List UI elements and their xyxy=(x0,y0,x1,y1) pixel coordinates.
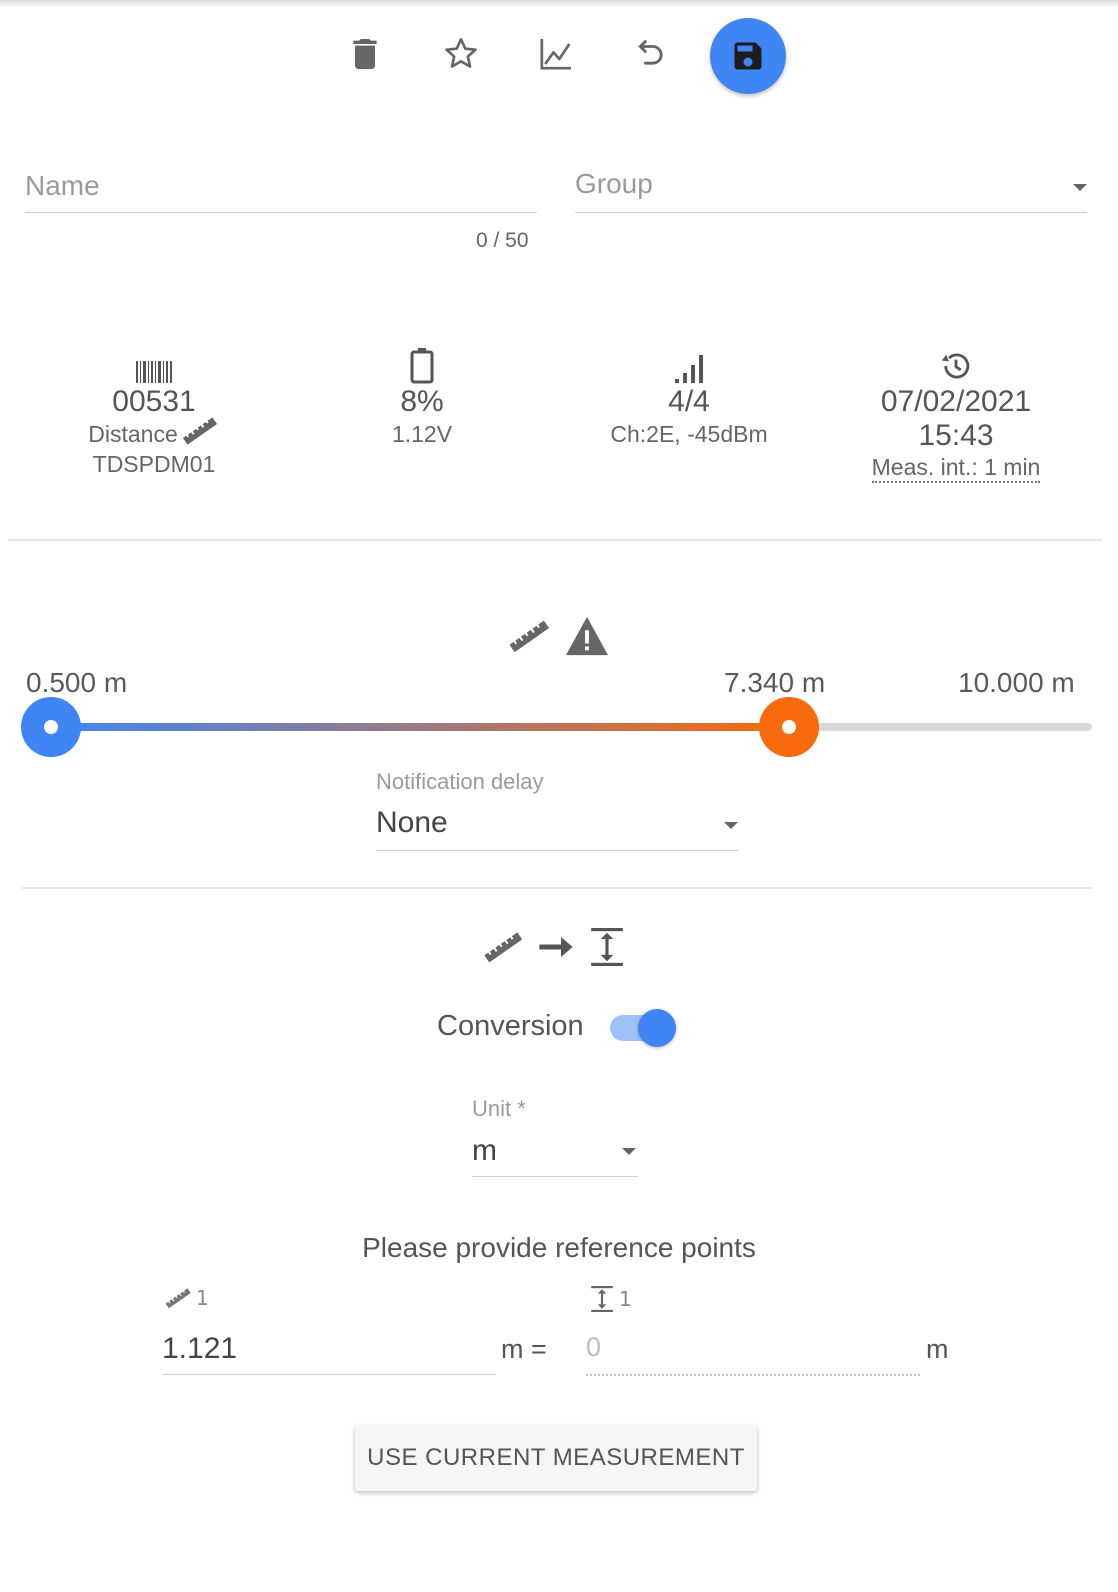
range-min-label: 0.500 m xyxy=(26,667,128,698)
delete-icon xyxy=(353,39,377,69)
ref-level-underline xyxy=(586,1374,920,1376)
chart-button[interactable] xyxy=(524,22,588,86)
signal-icon xyxy=(569,345,809,385)
battery-block: 8% 1.12V xyxy=(302,345,542,449)
chevron-down-icon xyxy=(1073,184,1087,191)
ref-level-unit: m xyxy=(926,1334,949,1364)
threshold-value-handle[interactable] xyxy=(758,697,819,757)
undo-icon xyxy=(638,40,663,65)
conversion-toggle[interactable] xyxy=(608,1006,680,1050)
notification-delay-label: Notification delay xyxy=(376,769,544,794)
ref-distance-input[interactable]: 1.121 xyxy=(162,1330,496,1376)
device-type: Distance xyxy=(88,421,178,447)
ref-distance-header: 1 xyxy=(162,1284,209,1312)
divider-middle xyxy=(22,887,1092,889)
ref-distance-value: 1.121 xyxy=(162,1332,238,1365)
chevron-down-icon xyxy=(724,822,738,829)
barcode-icon xyxy=(34,345,274,385)
group-select[interactable]: Group xyxy=(575,168,1087,214)
divider-top xyxy=(8,539,1102,541)
favorite-button[interactable] xyxy=(429,22,493,86)
reference-prompt: Please provide reference points xyxy=(362,1232,756,1263)
chart-icon xyxy=(540,39,571,70)
name-label: Name xyxy=(25,170,100,201)
threshold-slider-track[interactable] xyxy=(50,723,1092,731)
unit-label: Unit * xyxy=(472,1096,526,1121)
device-id-block: 00531 Distance TDSPDM01 xyxy=(34,345,274,479)
unit-value: m xyxy=(472,1134,497,1167)
last-measurement-block: 07/02/2021 15:43 Meas. int.: 1 min xyxy=(836,345,1076,483)
device-id: 00531 xyxy=(112,385,196,418)
chevron-down-icon xyxy=(622,1148,636,1155)
notification-delay-value: None xyxy=(376,806,448,839)
name-counter: 0 / 50 xyxy=(476,229,529,252)
name-underline xyxy=(25,212,537,213)
unit-underline xyxy=(472,1176,638,1177)
save-icon xyxy=(734,42,762,70)
use-current-measurement-button[interactable]: USE CURRENT MEASUREMENT xyxy=(355,1425,757,1491)
top-shadow xyxy=(0,0,1118,8)
conversion-label: Conversion xyxy=(437,1010,584,1042)
device-type-row: Distance xyxy=(34,417,274,449)
delete-button[interactable] xyxy=(333,22,397,86)
ref-distance-index: 1 xyxy=(196,1286,209,1310)
ruler-icon xyxy=(165,1288,191,1309)
ruler-icon xyxy=(484,932,523,963)
level-icon xyxy=(591,928,623,966)
star-icon xyxy=(445,38,477,68)
ruler-icon xyxy=(509,620,550,653)
notification-delay-underline xyxy=(376,850,738,851)
level-icon xyxy=(591,1286,613,1312)
signal-strength: 4/4 xyxy=(668,385,710,418)
last-time: 15:43 xyxy=(918,419,994,452)
notification-delay-select[interactable]: None xyxy=(376,806,738,852)
history-icon xyxy=(836,345,1076,385)
ref-distance-unit: m = xyxy=(501,1334,547,1364)
threshold-header xyxy=(505,614,610,658)
ref-level-placeholder: 0 xyxy=(586,1332,602,1362)
measurement-interval[interactable]: Meas. int.: 1 min xyxy=(871,453,1041,483)
ruler-icon xyxy=(182,417,217,445)
signal-channel: Ch:2E, -45dBm xyxy=(610,421,768,447)
ref-level-input[interactable]: 0 xyxy=(586,1330,920,1376)
range-value-label: 7.340 m xyxy=(724,667,826,698)
battery-voltage: 1.12V xyxy=(391,421,453,447)
toolbar xyxy=(0,18,1118,94)
ref-distance-underline xyxy=(162,1374,496,1375)
group-underline xyxy=(575,212,1087,213)
name-field[interactable]: Name xyxy=(25,170,537,214)
ref-level-index: 1 xyxy=(619,1287,632,1311)
conversion-header xyxy=(480,925,626,969)
battery-icon xyxy=(302,345,542,385)
arrow-right-icon xyxy=(539,937,573,957)
last-date: 07/02/2021 xyxy=(880,385,1032,418)
device-model: TDSPDM01 xyxy=(92,451,216,477)
ref-level-header: 1 xyxy=(589,1284,632,1314)
range-max-label: 10.000 m xyxy=(958,667,1075,698)
threshold-min-handle[interactable] xyxy=(21,697,81,757)
undo-button[interactable] xyxy=(620,22,684,86)
group-label: Group xyxy=(575,168,653,199)
signal-block: 4/4 Ch:2E, -45dBm xyxy=(569,345,809,449)
toggle-knob xyxy=(638,1009,676,1047)
warning-icon xyxy=(566,616,609,656)
battery-percent: 8% xyxy=(400,385,444,418)
unit-select[interactable]: m xyxy=(472,1134,638,1178)
save-button[interactable] xyxy=(710,18,786,94)
